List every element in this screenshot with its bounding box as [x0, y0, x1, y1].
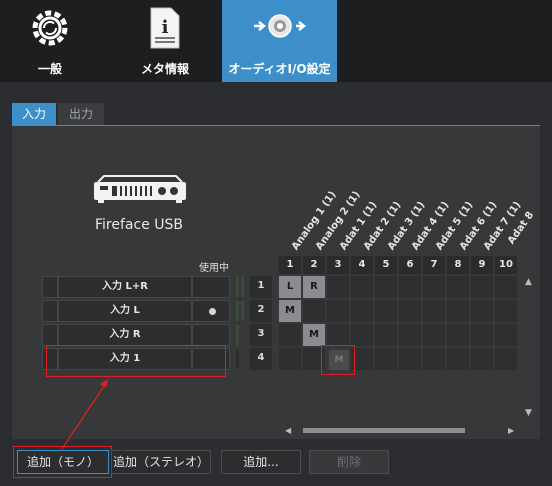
in-use-header: 使用中: [199, 263, 229, 274]
delete-button[interactable]: 削除: [309, 450, 389, 474]
row-select-handle[interactable]: [42, 324, 58, 346]
row-name-input-l[interactable]: 入力 L: [58, 300, 192, 322]
column-number: 10: [495, 256, 517, 274]
svg-text:i: i: [162, 17, 169, 38]
matrix-cell[interactable]: [303, 300, 325, 322]
matrix-cell[interactable]: [495, 324, 517, 346]
row-number: 1: [250, 276, 272, 298]
row-in-use-cell: [192, 276, 230, 298]
highlight-box-cell: [321, 345, 355, 375]
column-number: 9: [471, 256, 493, 274]
level-meter: [241, 277, 244, 297]
toolbar-meta-label: メタ情報: [140, 62, 189, 76]
toolbar-audio-io-label: オーディオI/O設定: [228, 62, 331, 76]
row-number: 2: [250, 300, 272, 322]
matrix-cell[interactable]: [399, 348, 421, 370]
column-number: 6: [399, 256, 421, 274]
horizontal-scrollbar-thumb[interactable]: [303, 428, 465, 433]
matrix-cell[interactable]: [495, 300, 517, 322]
toolbar-general-label: 一般: [37, 62, 62, 76]
matrix-cell[interactable]: [423, 300, 445, 322]
matrix-cell[interactable]: [399, 300, 421, 322]
matrix-cell[interactable]: M: [279, 300, 301, 322]
level-meter: [241, 301, 244, 321]
matrix-cell[interactable]: [375, 348, 397, 370]
top-toolbar: 一般 i メタ情報 オーディオI/O設定: [0, 0, 552, 82]
level-meter: [236, 349, 239, 369]
device-name: Fireface USB: [95, 217, 183, 233]
row-in-use-cell: [192, 300, 230, 322]
info-document-icon: i: [150, 7, 180, 49]
matrix-cell[interactable]: [327, 276, 349, 298]
matrix-cell[interactable]: [423, 348, 445, 370]
row-number: 4: [250, 348, 272, 370]
matrix-cell[interactable]: [447, 276, 469, 298]
matrix-cell[interactable]: [447, 300, 469, 322]
matrix-cell[interactable]: R: [303, 276, 325, 298]
matrix-cell[interactable]: [495, 276, 517, 298]
matrix-cell[interactable]: [351, 276, 373, 298]
row-name-input-lr[interactable]: 入力 L+R: [58, 276, 192, 298]
matrix-cell[interactable]: [471, 348, 493, 370]
matrix-cell[interactable]: [447, 348, 469, 370]
column-number: 2: [303, 256, 325, 274]
level-meter: [236, 301, 239, 321]
level-meter: [236, 277, 239, 297]
toolbar-meta[interactable]: i メタ情報: [115, 0, 215, 82]
matrix-cell[interactable]: L: [279, 276, 301, 298]
row-name-input-r[interactable]: 入力 R: [58, 324, 192, 346]
matrix-cell[interactable]: [351, 324, 373, 346]
audio-io-icon: [253, 14, 306, 38]
tab-output[interactable]: 出力: [58, 103, 104, 125]
column-number: 3: [327, 256, 349, 274]
annotation-arrow: [61, 379, 108, 450]
toolbar-audio-io[interactable]: オーディオI/O設定: [222, 0, 337, 82]
matrix-cell[interactable]: [351, 300, 373, 322]
highlight-box-button: [13, 446, 112, 478]
matrix-cell[interactable]: M: [303, 324, 325, 346]
column-number: 8: [447, 256, 469, 274]
matrix-cell[interactable]: [471, 300, 493, 322]
scroll-right-arrow[interactable]: ▶: [508, 426, 514, 435]
matrix-cell[interactable]: [423, 324, 445, 346]
matrix-cell[interactable]: [327, 324, 349, 346]
matrix-cell[interactable]: [375, 276, 397, 298]
matrix-cell[interactable]: [279, 348, 301, 370]
matrix-cell[interactable]: [399, 324, 421, 346]
scroll-down-arrow[interactable]: ▼: [525, 408, 532, 418]
matrix-cell[interactable]: [471, 324, 493, 346]
column-number: 7: [423, 256, 445, 274]
scroll-left-arrow[interactable]: ◀: [285, 426, 291, 435]
scroll-up-arrow[interactable]: ▲: [525, 277, 532, 287]
column-number: 1: [279, 256, 301, 274]
matrix-cell[interactable]: [375, 324, 397, 346]
matrix-cell[interactable]: [471, 276, 493, 298]
matrix-cell[interactable]: [399, 276, 421, 298]
matrix-cell[interactable]: [279, 324, 301, 346]
highlight-box-row: [46, 345, 226, 377]
matrix-cell[interactable]: [495, 348, 517, 370]
row-select-handle[interactable]: [42, 276, 58, 298]
gear-icon: [32, 10, 68, 46]
add-stereo-button[interactable]: 追加（ステレオ）: [111, 450, 211, 474]
matrix-cell[interactable]: [423, 276, 445, 298]
in-use-indicator-dot: [209, 308, 216, 315]
toolbar-general[interactable]: 一般: [0, 0, 100, 82]
matrix-cell[interactable]: [447, 324, 469, 346]
matrix-cell[interactable]: [327, 300, 349, 322]
column-number: 4: [351, 256, 373, 274]
column-number: 5: [375, 256, 397, 274]
add-button[interactable]: 追加...: [221, 450, 301, 474]
level-meter: [236, 325, 239, 345]
audio-interface-icon: [94, 175, 186, 203]
row-in-use-cell: [192, 324, 230, 346]
row-select-handle[interactable]: [42, 300, 58, 322]
matrix-cell[interactable]: [375, 300, 397, 322]
tab-input[interactable]: 入力: [12, 103, 56, 125]
row-number: 3: [250, 324, 272, 346]
